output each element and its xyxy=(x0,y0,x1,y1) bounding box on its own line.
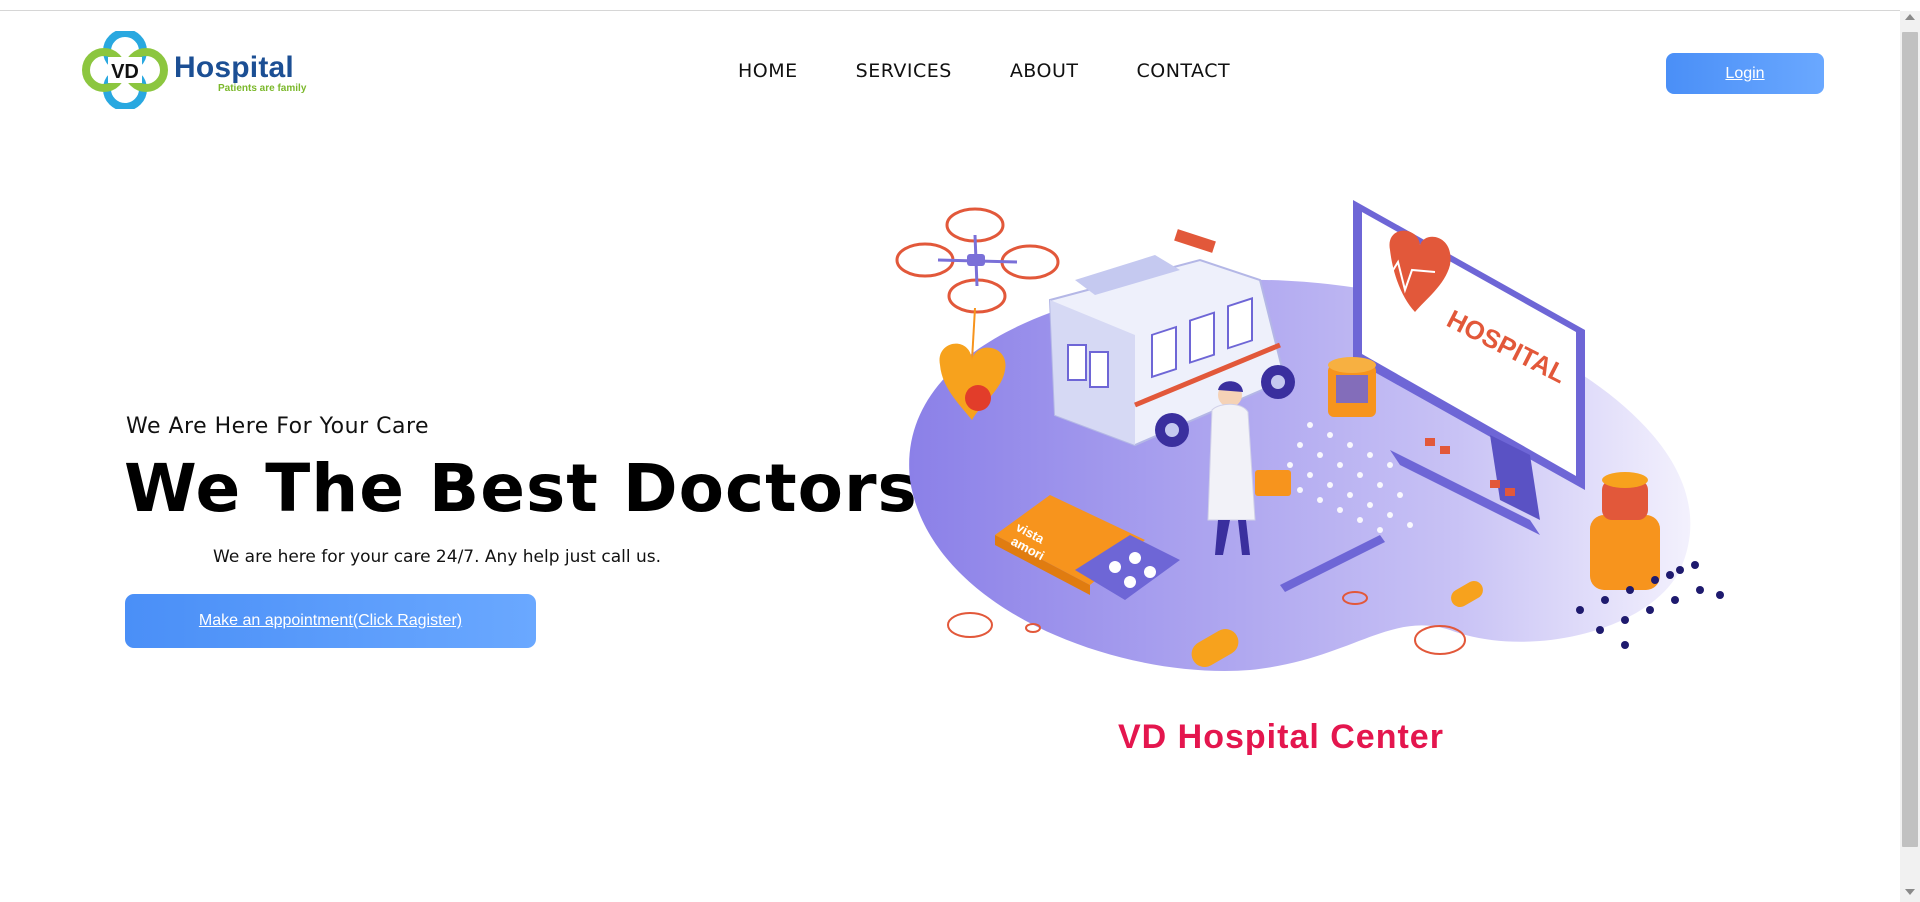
hospital-illustration: HOSPITAL vista amori xyxy=(895,200,1724,671)
medicine-jar-icon xyxy=(1328,357,1376,417)
hero-headline: We The Best Doctors xyxy=(124,450,918,527)
appointment-button[interactable]: Make an appointment(Click Ragister) xyxy=(125,594,536,648)
hospital-center-caption: VD Hospital Center xyxy=(1118,718,1444,756)
site-logo[interactable]: VD Hospital Patients are family xyxy=(82,31,307,109)
svg-text:VD: VD xyxy=(111,61,139,83)
nav-services[interactable]: SERVICES xyxy=(856,60,952,82)
logo-wordmark: Hospital xyxy=(174,51,294,84)
nav-about[interactable]: ABOUT xyxy=(1010,60,1079,82)
hero-tagline: We Are Here For Your Care xyxy=(126,414,430,439)
main-nav: HOME SERVICES ABOUT CONTACT xyxy=(738,60,1288,82)
nav-home[interactable]: HOME xyxy=(738,60,798,82)
browser-top-border xyxy=(0,0,1900,11)
login-button[interactable]: Login xyxy=(1666,53,1824,94)
scrollbar-thumb[interactable] xyxy=(1902,32,1918,847)
hero-subtext: We are here for your care 24/7. Any help… xyxy=(213,547,662,567)
scroll-up-icon[interactable] xyxy=(1905,14,1915,20)
logo-tagline: Patients are family xyxy=(218,83,307,94)
logo-cross-icon: VD xyxy=(82,31,168,109)
nav-contact[interactable]: CONTACT xyxy=(1136,60,1230,82)
scroll-down-icon[interactable] xyxy=(1905,889,1915,895)
drone-icon xyxy=(895,207,1060,314)
